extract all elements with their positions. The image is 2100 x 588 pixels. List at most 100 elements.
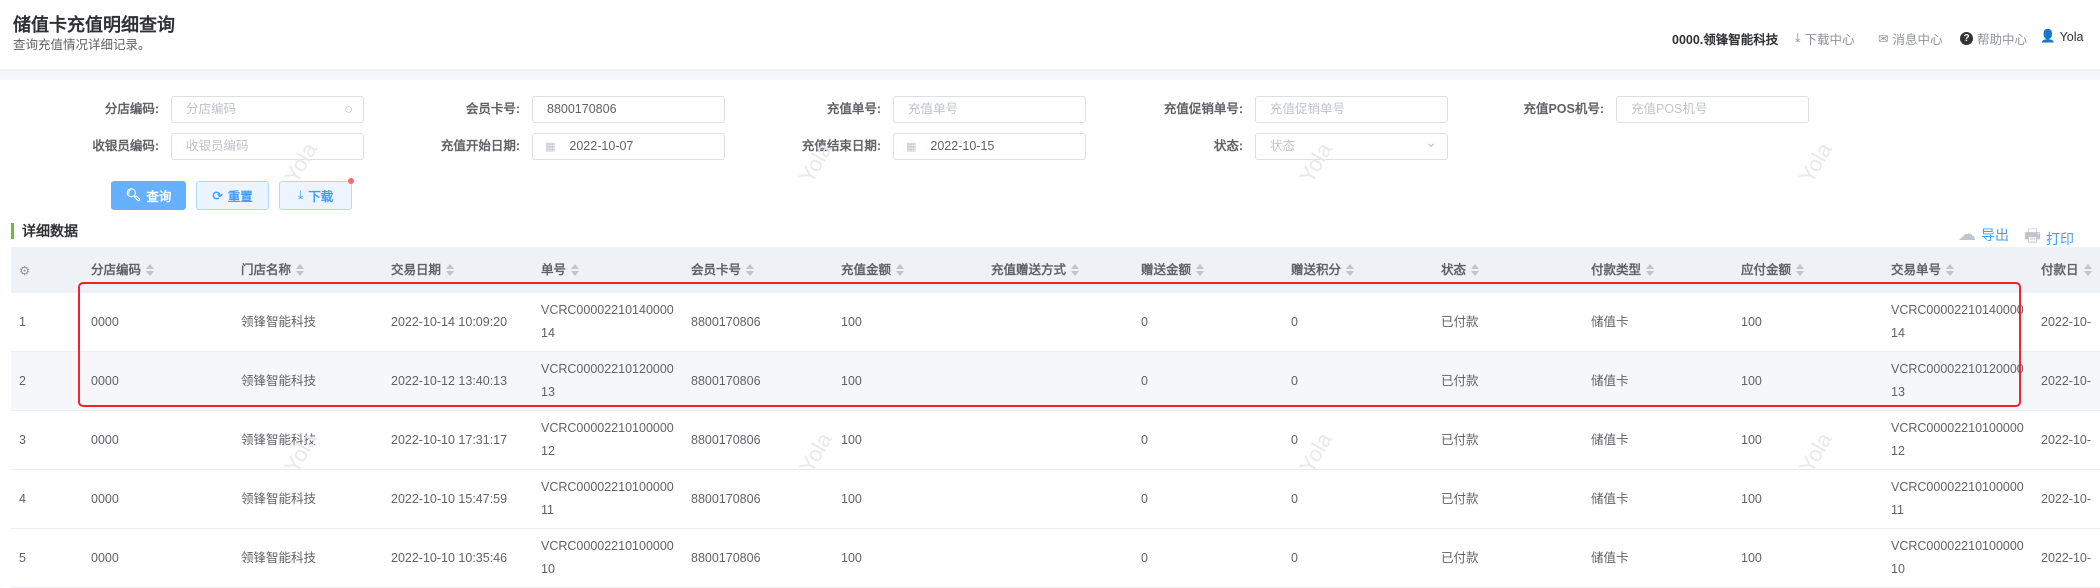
sort-icon[interactable] — [446, 264, 455, 277]
table-row[interactable]: 4 0000 领锋智能科技 2022-10-10 15:47:59 VCRC000022… — [11, 470, 2100, 529]
column-settings-icon[interactable]: ⚙ — [11, 263, 81, 278]
table-cell: 0 — [1141, 432, 1148, 447]
sort-icon[interactable] — [2083, 264, 2092, 277]
column-header[interactable]: 应付金额 — [1731, 259, 1881, 282]
table-cell: 0 — [1291, 373, 1298, 388]
sort-icon[interactable] — [146, 264, 155, 277]
sort-icon[interactable] — [746, 264, 755, 277]
column-header[interactable]: 状态 — [1431, 259, 1581, 282]
org-name: 0000.领锋智能科技 — [1672, 33, 1779, 47]
table-cell: 0 — [1291, 491, 1298, 506]
column-header[interactable]: 付款日 — [2031, 259, 2100, 282]
column-header[interactable]: 单号 — [531, 259, 681, 282]
filter-input[interactable]: 充值促销单号 — [1255, 96, 1448, 123]
calendar-icon: ▦ — [906, 141, 917, 153]
sort-icon[interactable] — [1071, 264, 1080, 277]
table-cell: VCRC0000221012000013 — [1881, 358, 2031, 404]
table-cell: 2022-10-10 15:47:59 — [391, 491, 508, 506]
table-cell: 0 — [1291, 314, 1298, 329]
download-center-link[interactable]: ⤓ 下载中心 — [1795, 29, 1855, 48]
filter-input[interactable]: ▦ 2022-10-07 — [532, 133, 725, 160]
table-cell: 领锋智能科技 — [241, 314, 317, 329]
filter-label: 分店编码: — [104, 102, 159, 116]
table-cell: 100 — [841, 314, 862, 329]
table-cell: VCRC0000221010000012 — [1881, 417, 2031, 463]
query-button[interactable]: 🔍︎ 查询 — [111, 181, 186, 210]
sort-icon[interactable] — [896, 264, 905, 277]
filter-label: 充值促销单号: — [1163, 102, 1243, 116]
transaction-number: VCRC0000221010000012 — [1891, 421, 2024, 458]
table-cell: 0 — [1291, 550, 1298, 565]
export-button[interactable]: ☁ 导出 — [1958, 224, 2009, 245]
table-row[interactable]: 3 0000 领锋智能科技 2022-10-10 17:31:17 VCRC000022… — [11, 411, 2100, 470]
column-header-label: 会员卡号 — [691, 262, 742, 277]
column-header[interactable]: 充值金额 — [831, 259, 981, 282]
reset-button[interactable]: ⟳ 重置 — [196, 181, 269, 210]
table-cell: 储值卡 — [1591, 432, 1629, 447]
column-header[interactable]: 交易日期 — [381, 259, 531, 282]
help-center-link[interactable]: ? 帮助中心 — [1960, 29, 2027, 48]
input-value: 状态 — [1270, 139, 1296, 153]
table-row[interactable]: 2 0000 领锋智能科技 2022-10-12 13:40:13 VCRC000022… — [11, 352, 2100, 411]
column-header[interactable]: 交易单号 — [1881, 259, 2031, 282]
sort-icon[interactable] — [1346, 264, 1355, 277]
divider-band — [0, 69, 2100, 80]
table-cell: 0 — [1141, 491, 1148, 506]
order-number: VCRC0000221012000013 — [541, 362, 674, 399]
user-menu[interactable]: 👤 Yola — [2040, 29, 2083, 44]
section-title: 详细数据 — [11, 223, 78, 239]
table-cell: VCRC0000221010000011 — [1881, 476, 2031, 522]
download-icon: ⤓ — [297, 188, 304, 202]
table-cell: 100 — [841, 432, 862, 447]
sort-icon[interactable] — [571, 264, 580, 277]
message-center-link[interactable]: ✉ 消息中心 — [1878, 29, 1943, 48]
column-header[interactable]: 付款类型 — [1581, 259, 1731, 282]
sort-icon[interactable] — [1946, 264, 1955, 277]
sort-icon[interactable] — [1796, 264, 1805, 277]
filter-input[interactable]: 收银员编码 — [171, 133, 364, 160]
sort-icon[interactable] — [1196, 264, 1205, 277]
sort-icon[interactable] — [1471, 264, 1480, 277]
table-header: ⚙ 分店编码 门店名称 交易日期 单号 会员卡号 充值金额 充值赠送方式 赠送金额 赠送积分 状态 付… — [11, 247, 2100, 293]
help-icon: ? — [1960, 32, 1973, 45]
table-cell: 100 — [1741, 550, 1762, 565]
filter-input[interactable]: 8800170806 — [532, 96, 725, 123]
table-cell: 已付款 — [1441, 314, 1479, 329]
table-cell: 100 — [1741, 432, 1762, 447]
filter-input[interactable]: 充值POS机号 — [1616, 96, 1809, 123]
table-row[interactable]: 5 0000 领锋智能科技 2022-10-10 10:35:46 VCRC000022… — [11, 529, 2100, 588]
filter-input[interactable]: 分店编码 ○ — [171, 96, 364, 123]
column-header[interactable]: 分店编码 — [81, 259, 231, 282]
table-cell: VCRC0000221014000014 — [1881, 299, 2031, 345]
row-index: 1 — [19, 315, 26, 329]
table-cell: 储值卡 — [1591, 491, 1629, 506]
table-cell: 2022-10- — [2041, 314, 2092, 329]
table-row[interactable]: 1 0000 领锋智能科技 2022-10-14 10:09:20 VCRC000022… — [11, 293, 2100, 352]
table-cell: 0 — [1291, 432, 1298, 447]
download-button[interactable]: ⤓ 下载 — [279, 181, 352, 210]
order-number: VCRC0000221010000012 — [541, 421, 674, 458]
user-name: Yola — [2059, 29, 2084, 44]
input-value: 收银员编码 — [186, 139, 249, 153]
download-icon: ⤓ — [1795, 31, 1801, 45]
status-select[interactable]: 状态 ⌄ — [1255, 133, 1448, 160]
input-value: 充值促销单号 — [1270, 102, 1346, 116]
column-header[interactable]: 赠送金额 — [1131, 259, 1281, 282]
table-cell: 领锋智能科技 — [241, 373, 317, 388]
filter-input[interactable]: 充值单号 — [893, 96, 1086, 123]
search-icon: 🔍︎ — [125, 188, 142, 202]
table-cell: 已付款 — [1441, 550, 1479, 565]
filter-label: 状态: — [1213, 139, 1243, 153]
row-index: 5 — [19, 551, 26, 565]
table-cell: 100 — [841, 373, 862, 388]
column-header[interactable]: 会员卡号 — [681, 259, 831, 282]
row-index: 4 — [19, 492, 26, 506]
column-header-label: 交易单号 — [1891, 262, 1942, 277]
sort-icon[interactable] — [1646, 264, 1655, 277]
sort-icon[interactable] — [296, 264, 305, 277]
column-header[interactable]: 赠送积分 — [1281, 259, 1431, 282]
column-header[interactable]: 门店名称 — [231, 259, 381, 282]
table-cell: 2022-10- — [2041, 550, 2092, 565]
column-header[interactable]: 充值赠送方式 — [981, 259, 1131, 282]
filter-input[interactable]: ▦ 2022-10-15 — [893, 133, 1086, 160]
